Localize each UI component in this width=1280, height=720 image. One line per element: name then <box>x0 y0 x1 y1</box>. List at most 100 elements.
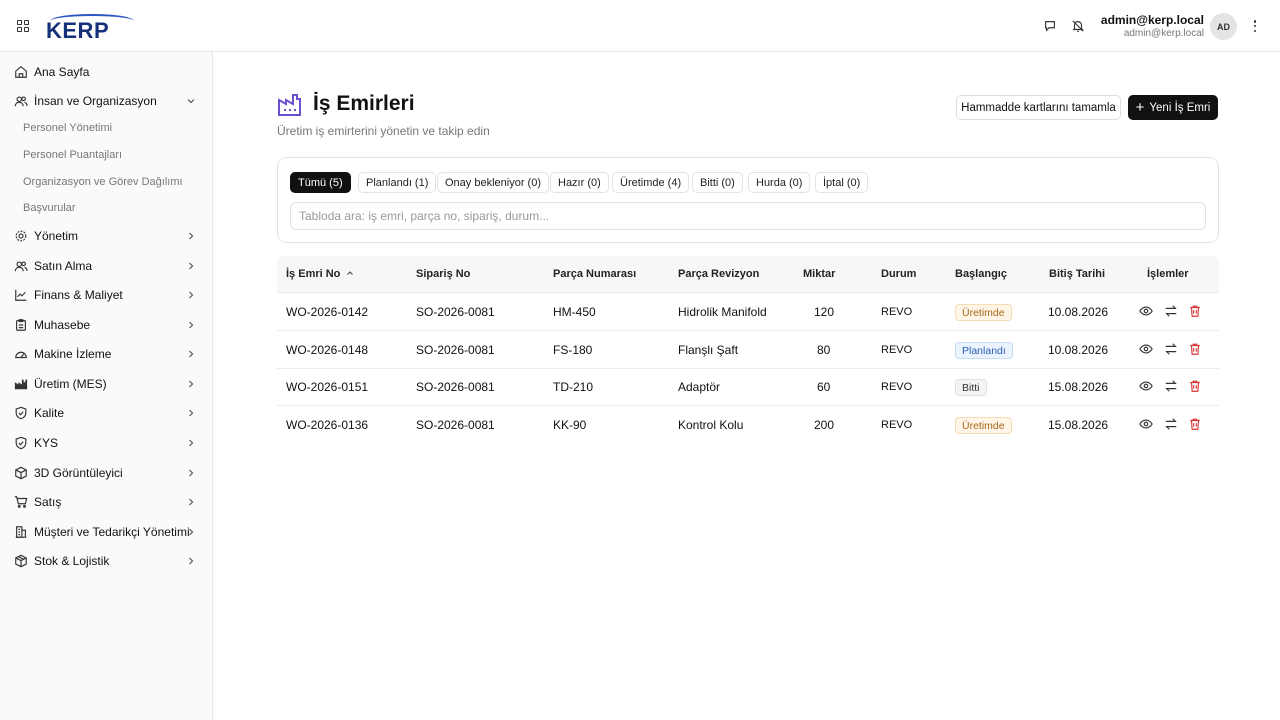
transfer-icon[interactable] <box>1164 304 1178 318</box>
column-header-start[interactable]: Başlangıç <box>955 268 1007 280</box>
more-options-icon[interactable] <box>1250 18 1260 34</box>
cell-end: 10.08.2026 <box>1048 343 1109 357</box>
cell-end: 10.08.2026 <box>1048 305 1109 319</box>
sidebar-item-3d-goruntuleyici[interactable]: 3D Görüntüleyici <box>0 459 212 487</box>
trash-icon[interactable] <box>1188 342 1202 356</box>
users-icon <box>14 261 28 272</box>
column-header-qty[interactable]: Miktar <box>803 268 835 280</box>
sidebar-item-makine-izleme[interactable]: Makine İzleme <box>0 340 212 368</box>
cell-rev: Kontrol Kolu <box>678 418 744 432</box>
sidebar-item-ana-sayfa[interactable]: Ana Sayfa <box>0 58 212 86</box>
cart-icon <box>14 496 28 508</box>
tab-tumu[interactable]: Tümü (5) <box>290 172 351 193</box>
table-row[interactable]: WO-2026-0136 SO-2026-0081 KK-90 Kontrol … <box>277 406 1219 444</box>
cell-status: REVO <box>881 344 913 356</box>
chat-icon[interactable] <box>1043 19 1057 33</box>
tab-hazir[interactable]: Hazır (0) <box>550 172 609 193</box>
eye-icon[interactable] <box>1139 379 1153 393</box>
cell-so: SO-2026-0081 <box>416 305 495 319</box>
search-input[interactable] <box>290 202 1206 230</box>
eye-icon[interactable] <box>1139 417 1153 431</box>
new-work-order-button[interactable]: + Yeni İş Emri <box>1128 95 1218 120</box>
column-header-part-no[interactable]: Parça Numarası <box>553 268 636 280</box>
chevron-right-icon <box>189 439 194 447</box>
tab-uretimde[interactable]: Üretimde (4) <box>612 172 690 193</box>
column-header-status[interactable]: Durum <box>881 268 916 280</box>
plus-icon: + <box>1135 98 1145 116</box>
eye-icon[interactable] <box>1139 342 1153 356</box>
complete-raw-material-cards-button[interactable]: Hammadde kartlarını tamamla <box>956 95 1121 120</box>
sidebar-item-label: Kalite <box>34 406 65 420</box>
factory-icon <box>14 379 28 390</box>
sidebar-item-kalite[interactable]: Kalite <box>0 399 212 427</box>
tab-planlandi[interactable]: Planlandı (1) <box>358 172 437 193</box>
sidebar-item-yonetim[interactable]: Yönetim <box>0 222 212 250</box>
cell-qty: 200 <box>814 418 835 432</box>
eye-icon[interactable] <box>1139 304 1153 318</box>
sidebar-item-uretim-mes[interactable]: Üretim (MES) <box>0 370 212 398</box>
status-badge: Üretimde <box>955 417 1012 434</box>
avatar[interactable]: AD <box>1210 13 1237 40</box>
chevron-right-icon <box>189 350 194 358</box>
sidebar-item-label: Ana Sayfa <box>34 65 90 79</box>
sidebar-item-label: İnsan ve Organizasyon <box>34 94 157 108</box>
sidebar-item-satis[interactable]: Satış <box>0 488 212 516</box>
cell-qty: 60 <box>817 380 831 394</box>
kerp-logo[interactable]: KERP <box>46 12 136 44</box>
cell-part: HM-450 <box>553 305 596 319</box>
page-title: İş Emirleri <box>313 92 415 115</box>
home-icon <box>15 66 27 78</box>
cell-wo: WO-2026-0151 <box>286 380 369 394</box>
table-row[interactable]: WO-2026-0148 SO-2026-0081 FS-180 Flanşlı… <box>277 331 1219 369</box>
cell-rev: Hidrolik Manifold <box>678 305 767 319</box>
trash-icon[interactable] <box>1188 304 1202 318</box>
cube-icon <box>15 466 27 480</box>
user-email: admin@kerp.local <box>1123 28 1204 39</box>
sidebar-item-kys[interactable]: KYS <box>0 429 212 457</box>
column-header-end[interactable]: Bitiş Tarihi <box>1049 268 1105 280</box>
sidebar-item-label: Satın Alma <box>34 259 93 273</box>
column-header-wo[interactable]: İş Emri No <box>286 268 354 280</box>
cell-wo: WO-2026-0136 <box>286 418 369 432</box>
tab-iptal[interactable]: İptal (0) <box>815 172 869 193</box>
sidebar-subitem-organizasyon[interactable]: Organizasyon ve Görev Dağılımı <box>23 176 183 188</box>
sidebar-item-label: Muhasebe <box>34 318 91 332</box>
trash-icon[interactable] <box>1188 417 1202 431</box>
chart-line-icon <box>15 289 27 301</box>
cell-end: 15.08.2026 <box>1048 418 1109 432</box>
sidebar-item-muhasebe[interactable]: Muhasebe <box>0 311 212 339</box>
cell-part: TD-210 <box>553 380 594 394</box>
sidebar-item-insan-organizasyon[interactable]: İnsan ve Organizasyon <box>0 87 212 115</box>
tab-onay-bekleniyor[interactable]: Onay bekleniyor (0) <box>437 172 549 193</box>
sidebar-item-finans[interactable]: Finans & Maliyet <box>0 281 212 309</box>
tab-bitti[interactable]: Bitti (0) <box>692 172 743 193</box>
gauge-icon <box>15 351 27 359</box>
cell-part: KK-90 <box>553 418 587 432</box>
column-header-so[interactable]: Sipariş No <box>416 268 470 280</box>
clipboard-icon <box>16 319 26 331</box>
transfer-icon[interactable] <box>1164 379 1178 393</box>
cell-qty: 80 <box>817 343 831 357</box>
column-header-actions: İşlemler <box>1147 268 1189 280</box>
bell-off-icon[interactable] <box>1071 19 1085 33</box>
sidebar-subitem-personel-yonetimi[interactable]: Personel Yönetimi <box>23 122 112 134</box>
status-badge: Üretimde <box>955 304 1012 321</box>
cell-so: SO-2026-0081 <box>416 418 495 432</box>
sidebar: Ana Sayfa İnsan ve Organizasyon Personel… <box>0 52 213 720</box>
chevron-right-icon <box>189 469 194 477</box>
sidebar-subitem-personel-puantajlari[interactable]: Personel Puantajları <box>23 149 122 161</box>
transfer-icon[interactable] <box>1164 342 1178 356</box>
table-row[interactable]: WO-2026-0142 SO-2026-0081 HM-450 Hidroli… <box>277 293 1219 331</box>
apps-grid-icon[interactable] <box>17 20 29 32</box>
transfer-icon[interactable] <box>1164 417 1178 431</box>
tab-hurda[interactable]: Hurda (0) <box>748 172 811 193</box>
sidebar-subitem-basvurular[interactable]: Başvurular <box>23 202 76 214</box>
cell-wo: WO-2026-0148 <box>286 343 369 357</box>
sidebar-item-musteri-tedarikci[interactable]: Müşteri ve Tedarikçi Yönetimi <box>0 518 212 546</box>
column-header-part-rev[interactable]: Parça Revizyon <box>678 268 759 280</box>
trash-icon[interactable] <box>1188 379 1202 393</box>
sidebar-item-stok-lojistik[interactable]: Stok & Lojistik <box>0 547 212 575</box>
sidebar-item-satin-alma[interactable]: Satın Alma <box>0 252 212 280</box>
cell-status: REVO <box>881 306 913 318</box>
table-row[interactable]: WO-2026-0151 SO-2026-0081 TD-210 Adaptör… <box>277 368 1219 406</box>
